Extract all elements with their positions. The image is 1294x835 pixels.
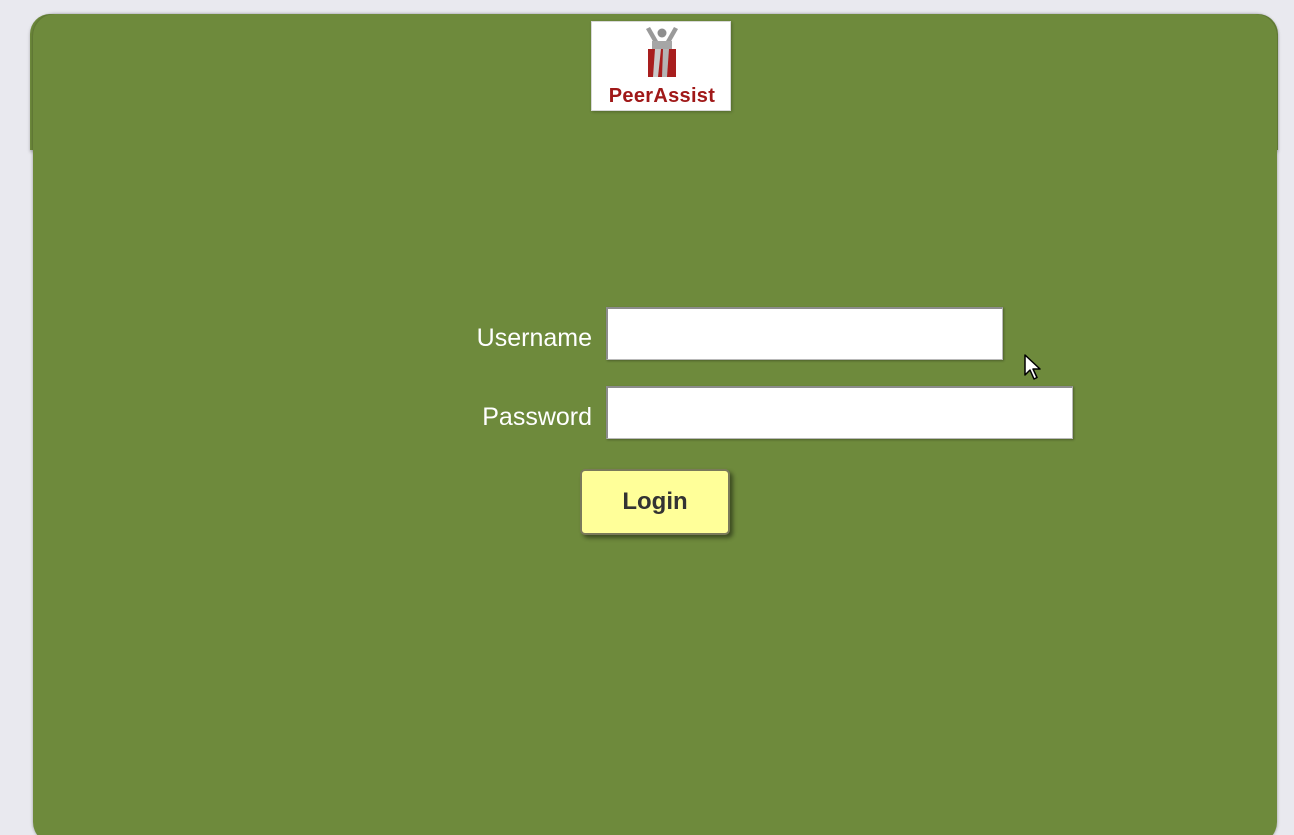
mouse-pointer-icon [1024, 354, 1041, 380]
login-page: PeerAssist Username Password Login [0, 0, 1294, 835]
username-input[interactable] [606, 307, 1003, 360]
password-label: Password [482, 403, 592, 431]
login-button[interactable]: Login [580, 469, 730, 535]
username-label: Username [476, 324, 592, 352]
person-figure-logo-icon [646, 27, 678, 77]
logo-text: PeerAssist [608, 85, 716, 107]
peerassist-logo: PeerAssist [591, 21, 731, 111]
password-input[interactable] [606, 386, 1073, 439]
top-strip [8, 0, 1286, 10]
